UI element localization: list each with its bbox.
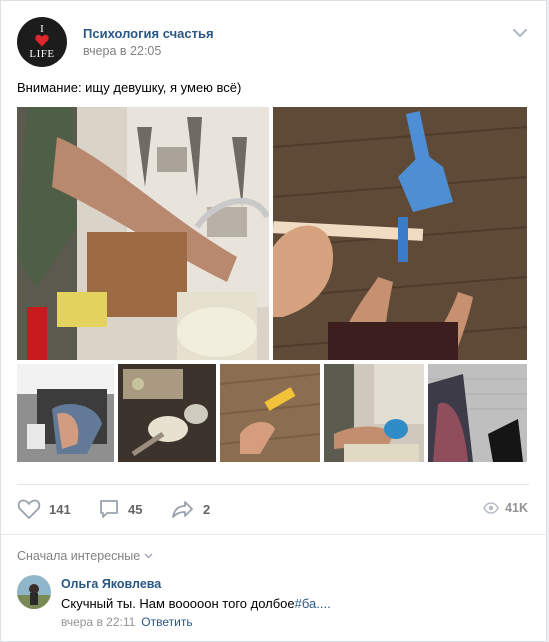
like-button[interactable]: 141 [17, 498, 71, 520]
views-count: 41K [505, 501, 528, 515]
group-name-link[interactable]: Психология счастья [83, 26, 214, 41]
post-photo-7[interactable] [428, 364, 527, 462]
logo-word: LIFE [29, 48, 55, 60]
post-timestamp[interactable]: вчера в 22:05 [83, 44, 161, 58]
chevron-down-icon[interactable] [512, 27, 528, 39]
post-photo-6[interactable] [324, 364, 424, 462]
comments-divider [1, 534, 546, 535]
actions-divider [17, 484, 530, 485]
comment-time[interactable]: вчера в 22:11 [61, 615, 135, 629]
comment-hashtag[interactable]: #ба.... [295, 596, 331, 611]
heart-logo-icon [35, 34, 49, 47]
reply-link[interactable]: Ответить [141, 615, 192, 629]
comment-count: 45 [128, 501, 143, 517]
comment-body: Скучный ты. Нам вооооон того долбое [61, 596, 295, 611]
post-photo-4[interactable] [118, 364, 216, 462]
comments-sort-dropdown[interactable]: Сначала интересные [17, 549, 153, 563]
post-photo-2[interactable] [273, 107, 527, 360]
comment-text: Скучный ты. Нам вооооон того долбое#ба..… [61, 596, 331, 611]
heart-icon [17, 499, 41, 519]
like-count: 141 [49, 501, 71, 517]
commenter-avatar[interactable] [17, 575, 51, 609]
share-icon [172, 501, 193, 518]
chevron-down-icon [144, 553, 153, 559]
views-counter: 41K [483, 501, 528, 515]
share-button[interactable]: 2 [171, 498, 210, 520]
eye-icon [483, 502, 499, 514]
comment-button[interactable]: 45 [98, 498, 142, 520]
comment-meta: вчера в 22:11 Ответить [61, 615, 193, 629]
post-card: I LIFE Психология счастья вчера в 22:05 … [0, 0, 547, 642]
comment-author[interactable]: Ольга Яковлева [61, 577, 161, 591]
post-photo-1[interactable] [17, 107, 269, 360]
sort-label: Сначала интересные [17, 549, 141, 563]
post-photo-3[interactable] [17, 364, 114, 462]
share-count: 2 [203, 501, 211, 517]
post-photo-5[interactable] [220, 364, 320, 462]
group-avatar[interactable]: I LIFE [17, 17, 67, 67]
post-text: Внимание: ищу девушку, я умею всё) [17, 80, 242, 95]
comment-icon [100, 500, 118, 518]
